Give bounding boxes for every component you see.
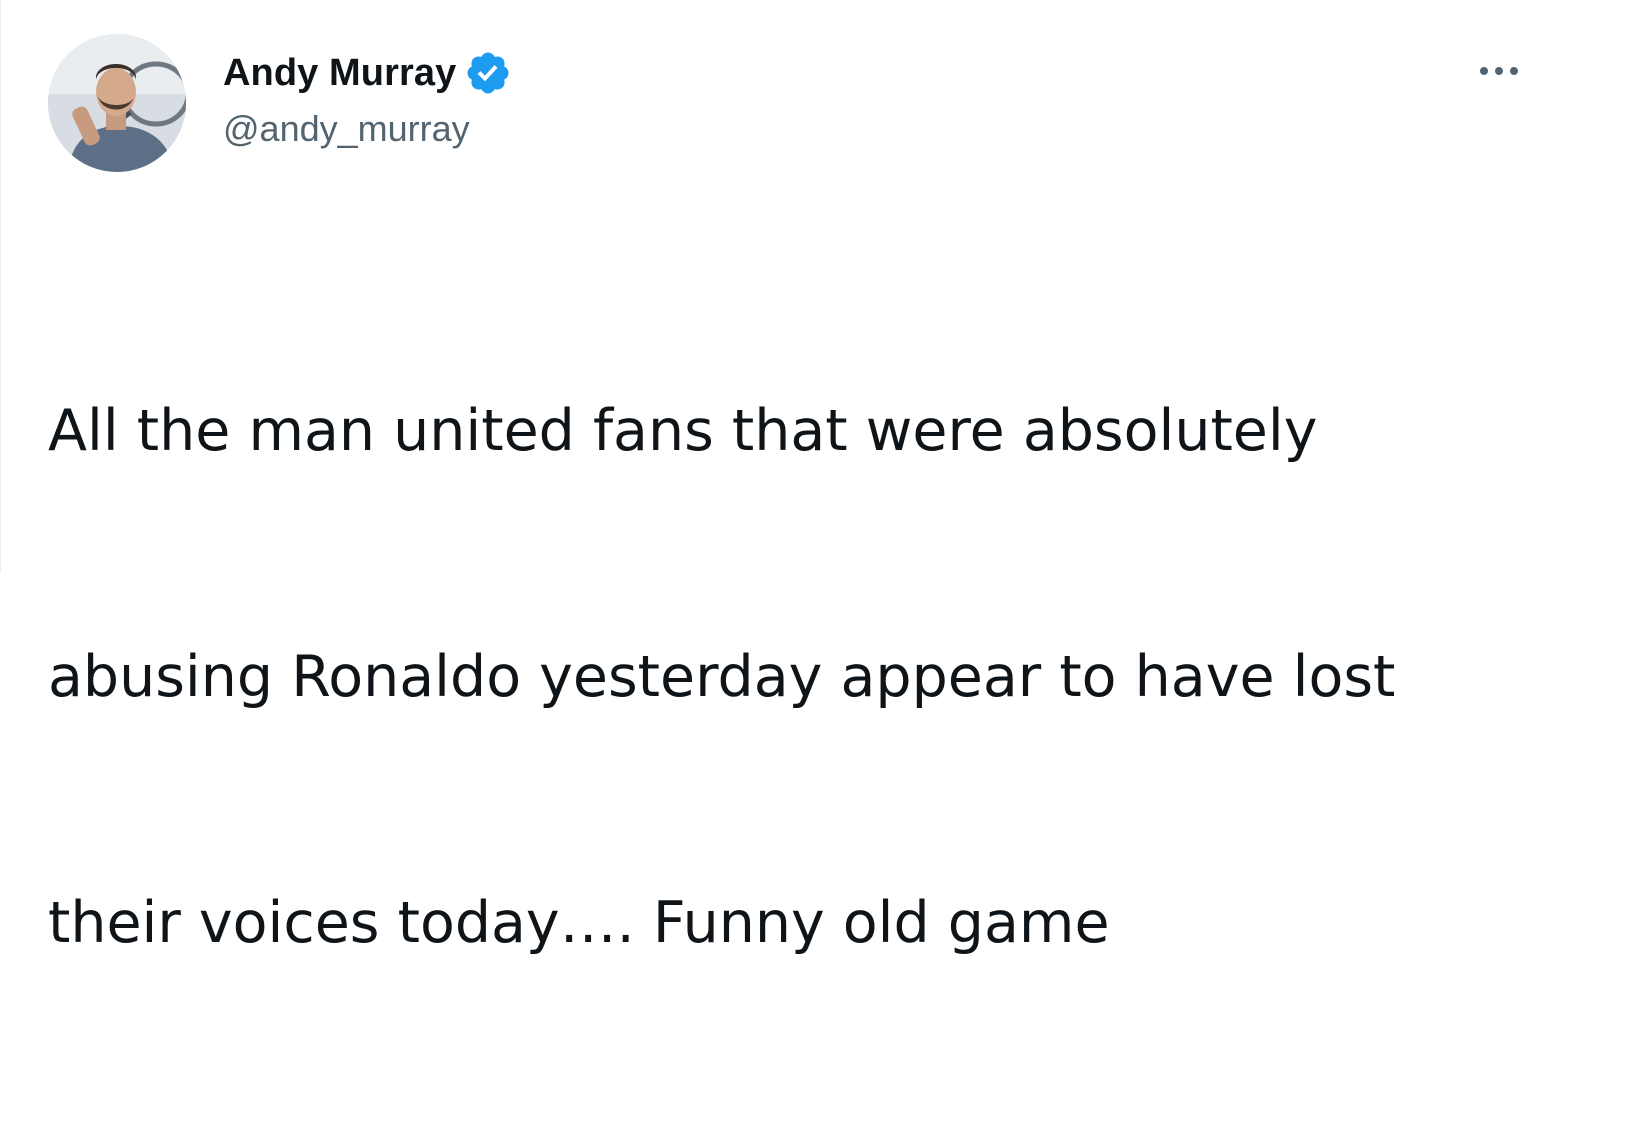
verified-badge-icon <box>464 49 512 97</box>
tweet-text-line: their voices today…. Funny old game <box>48 890 1110 956</box>
tweet-text-line: All the man united fans that were absolu… <box>48 398 1318 464</box>
author-handle[interactable]: @andy_murray <box>223 108 470 150</box>
tweet-card: Andy Murray @andy_murray All the man uni… <box>0 0 1631 956</box>
author-name-row: Andy Murray <box>223 50 512 96</box>
more-options-icon[interactable] <box>1477 54 1521 88</box>
author-display-name[interactable]: Andy Murray <box>223 52 456 95</box>
avatar[interactable] <box>48 34 186 172</box>
tweet-text-line: abusing Ronaldo yesterday appear to have… <box>48 644 1396 710</box>
tweet-text: All the man united fans that were absolu… <box>48 226 1528 1128</box>
avatar-photo-icon <box>48 34 186 172</box>
